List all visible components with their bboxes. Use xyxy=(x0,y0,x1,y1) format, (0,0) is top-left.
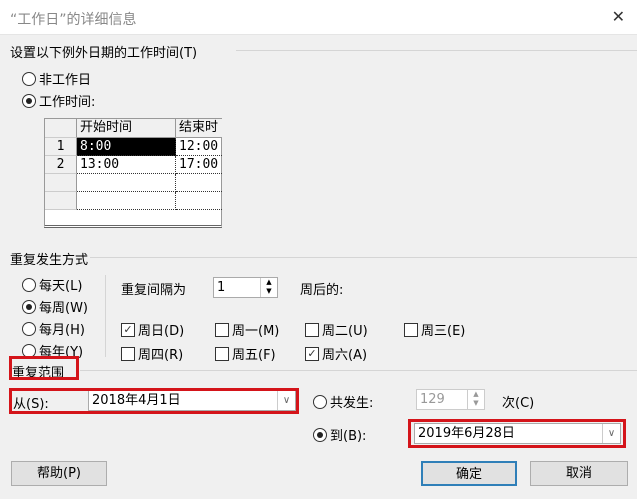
cell-end[interactable]: 12:00 xyxy=(176,138,222,156)
interval-value: 1 xyxy=(217,280,226,295)
checkbox-icon xyxy=(215,322,229,337)
radio-icon xyxy=(22,321,36,336)
grid-corner xyxy=(45,119,77,138)
cell-start[interactable]: 13:00 xyxy=(77,156,176,174)
radio-label: 工作时间: xyxy=(39,95,96,110)
checkbox-sunday[interactable]: ✓ 周日(D) xyxy=(121,320,184,339)
checkbox-label: 周三(E) xyxy=(421,324,466,339)
cell-end[interactable]: 17:00 xyxy=(176,156,222,174)
dialog-title: “工作日”的详细信息 xyxy=(10,12,137,28)
section-recurrence-label: 重复发生方式 xyxy=(10,253,89,268)
radio-icon xyxy=(22,299,36,314)
interval-label: 重复间隔为 xyxy=(121,283,187,298)
grid-header-end[interactable]: 结束时 xyxy=(176,119,222,138)
weeks-after-label: 周后的: xyxy=(300,283,344,298)
radio-label: 每周(W) xyxy=(39,301,88,316)
spin-arrows-icon[interactable]: ▲ ▼ xyxy=(260,278,277,297)
checkbox-label: 周一(M) xyxy=(232,324,280,339)
checkbox-friday[interactable]: 周五(F) xyxy=(215,344,276,363)
radio-label: 每月(H) xyxy=(39,323,85,338)
checkbox-icon xyxy=(121,346,135,361)
checkbox-checked-icon: ✓ xyxy=(121,322,135,337)
checkbox-tuesday[interactable]: 周二(U) xyxy=(305,320,368,339)
radio-daily[interactable]: 每天(L) xyxy=(22,275,82,294)
row-number: 2 xyxy=(45,156,77,174)
radio-label: 非工作日 xyxy=(39,73,92,88)
radio-working-time[interactable]: 工作时间: xyxy=(22,91,95,110)
cancel-button[interactable]: 取消 xyxy=(530,461,628,486)
help-button[interactable]: 帮助(P) xyxy=(11,461,107,486)
checkbox-wednesday[interactable]: 周三(E) xyxy=(404,320,465,339)
radio-icon xyxy=(22,277,36,292)
radio-icon xyxy=(313,427,327,442)
divider xyxy=(80,370,637,371)
radio-weekly[interactable]: 每周(W) xyxy=(22,297,88,316)
checkbox-icon xyxy=(404,322,418,337)
working-time-grid[interactable]: 开始时间 结束时 1 8:00 12:00 2 13:00 17:00 xyxy=(44,118,222,228)
radio-label: 共发生: xyxy=(330,396,374,411)
radio-nonworking[interactable]: 非工作日 xyxy=(22,69,91,88)
spin-arrows-icon[interactable]: ▲ ▼ xyxy=(467,390,484,409)
checkbox-label: 周四(R) xyxy=(138,348,184,363)
checkbox-label: 周日(D) xyxy=(138,324,185,339)
times-label: 次(C) xyxy=(502,396,535,411)
divider xyxy=(90,257,637,258)
divider xyxy=(105,275,106,357)
radio-label: 到(B): xyxy=(330,429,367,444)
radio-icon xyxy=(22,71,36,86)
checkbox-checked-icon: ✓ xyxy=(305,346,319,361)
checkbox-saturday[interactable]: ✓ 周六(A) xyxy=(305,344,367,363)
ok-button[interactable]: 确定 xyxy=(421,461,517,486)
occurrences-spinner[interactable]: 129 ▲ ▼ xyxy=(416,389,485,410)
checkbox-label: 周五(F) xyxy=(232,348,276,363)
section-work-time-label: 设置以下例外日期的工作时间(T) xyxy=(10,46,198,61)
checkbox-icon xyxy=(305,322,319,337)
grid-header-start[interactable]: 开始时间 xyxy=(77,119,176,138)
checkbox-thursday[interactable]: 周四(R) xyxy=(121,344,183,363)
radio-occurrences[interactable]: 共发生: xyxy=(313,392,373,411)
occurrences-value: 129 xyxy=(420,392,445,407)
radio-icon xyxy=(313,394,327,409)
highlight-box xyxy=(408,419,626,448)
checkbox-label: 周六(A) xyxy=(322,348,368,363)
divider xyxy=(236,50,637,51)
checkbox-icon xyxy=(215,346,229,361)
radio-end-by[interactable]: 到(B): xyxy=(313,425,366,444)
checkbox-label: 周二(U) xyxy=(322,324,368,339)
highlight-box xyxy=(9,388,299,414)
radio-label: 每天(L) xyxy=(39,279,83,294)
radio-icon xyxy=(22,93,36,108)
cell-start[interactable]: 8:00 xyxy=(77,138,176,156)
interval-spinner[interactable]: 1 ▲ ▼ xyxy=(213,277,278,298)
highlight-box xyxy=(9,356,79,380)
close-icon[interactable]: ✕ xyxy=(612,7,625,26)
radio-monthly[interactable]: 每月(H) xyxy=(22,319,85,338)
row-number: 1 xyxy=(45,138,77,156)
checkbox-monday[interactable]: 周一(M) xyxy=(215,320,279,339)
